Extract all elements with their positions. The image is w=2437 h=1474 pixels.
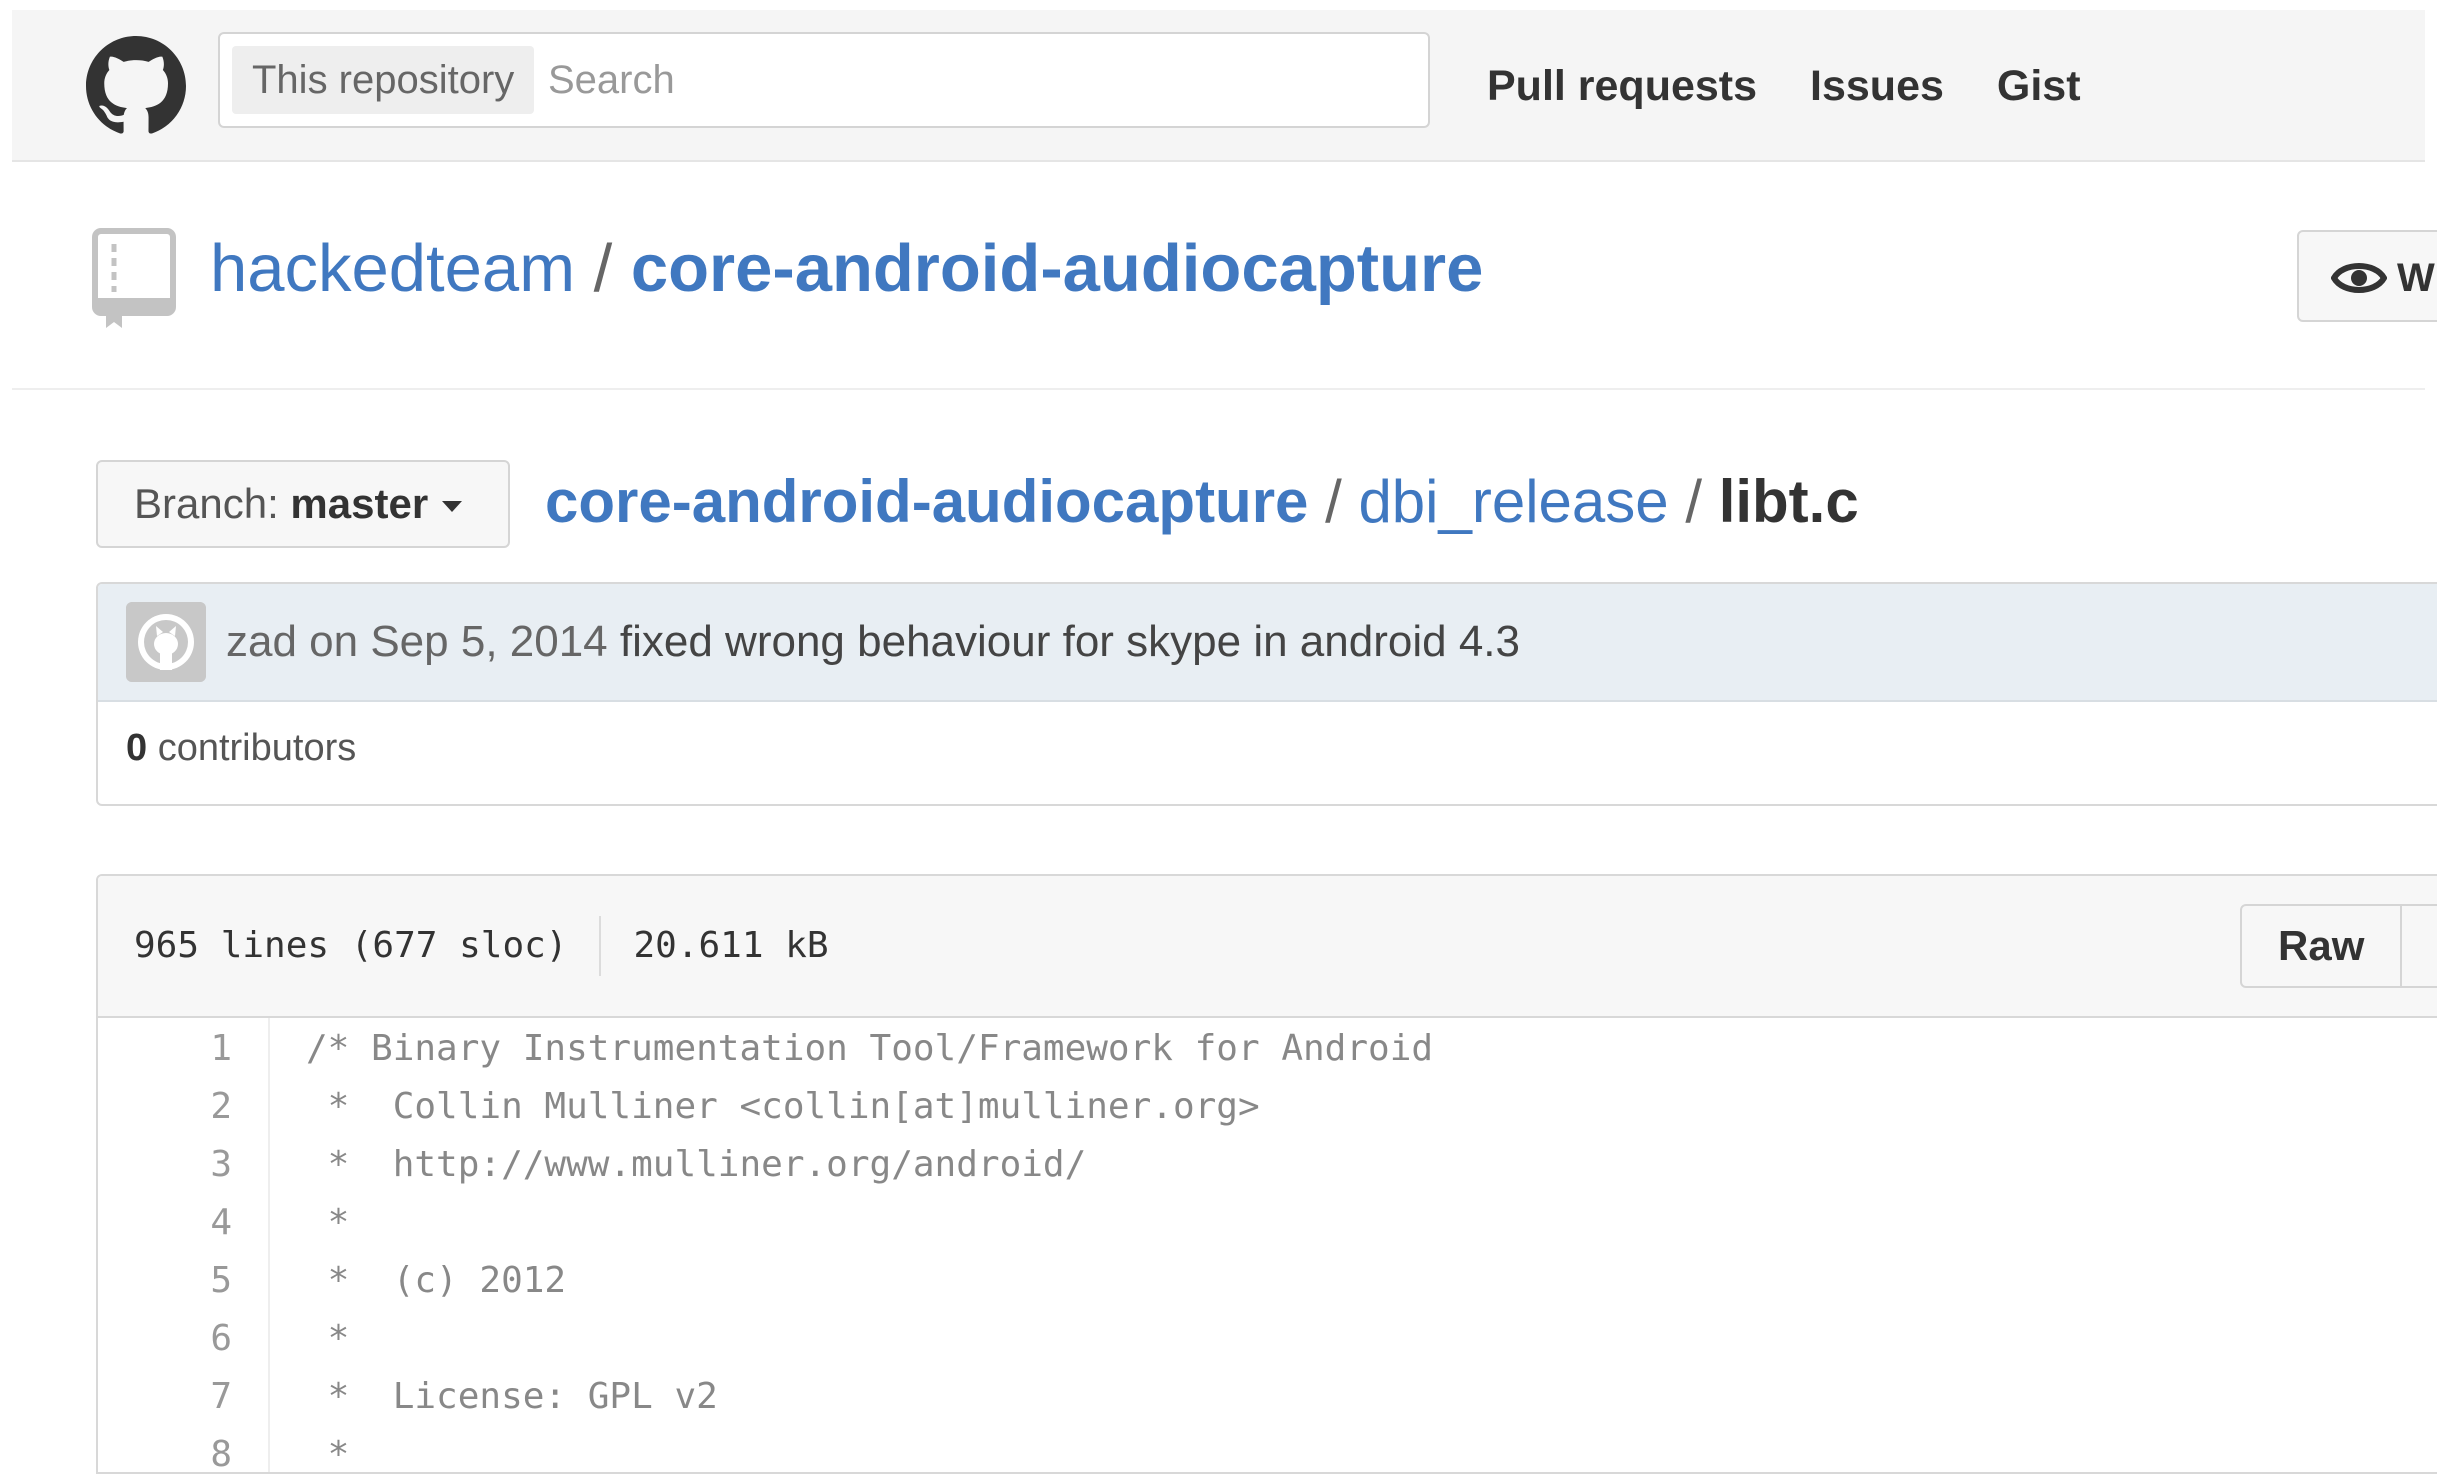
branch-select-button[interactable]: Branch: master: [96, 460, 510, 548]
branch-prefix: Branch:: [134, 480, 291, 527]
nav-issues[interactable]: Issues: [1810, 64, 1944, 108]
line-number[interactable]: 1: [98, 1020, 232, 1078]
commit-tease: zad on Sep 5, 2014 fixed wrong behaviour…: [96, 582, 2437, 806]
code-line: 5 * (c) 2012: [98, 1252, 2437, 1310]
breadcrumb-dir-link[interactable]: dbi_release: [1358, 468, 1668, 535]
line-number[interactable]: 3: [98, 1136, 232, 1194]
file-viewer: 965 lines (677 sloc) 20.611 kB Raw 1 /* …: [96, 874, 2437, 1474]
file-size: 20.611 kB: [633, 925, 829, 966]
code-text: * (c) 2012: [306, 1260, 567, 1301]
caret-down-icon: [442, 501, 463, 513]
code-line: 1 /* Binary Instrumentation Tool/Framewo…: [98, 1020, 2437, 1078]
line-number[interactable]: 4: [98, 1194, 232, 1252]
file-line-count: 965 lines (677 sloc): [134, 925, 568, 966]
code-area: 1 /* Binary Instrumentation Tool/Framewo…: [98, 1018, 2437, 1474]
repo-title: hackedteam / core-android-audiocapture: [210, 232, 1483, 306]
repo-owner-link[interactable]: hackedteam: [210, 231, 575, 306]
code-text: *: [306, 1318, 350, 1359]
nav-gist[interactable]: Gist: [1997, 64, 2081, 108]
commit-author-date[interactable]: zad on Sep 5, 2014: [226, 617, 608, 666]
github-logo-icon[interactable]: [86, 36, 186, 136]
watch-label: W: [2397, 256, 2435, 300]
avatar[interactable]: [126, 602, 206, 682]
code-text: *: [306, 1202, 350, 1243]
repo-book-icon: [92, 228, 176, 328]
line-number[interactable]: 7: [98, 1368, 232, 1426]
code-text: *: [306, 1434, 350, 1474]
nav-pull-requests[interactable]: Pull requests: [1487, 64, 1757, 108]
breadcrumb-separator: /: [1668, 468, 1719, 535]
code-line: 7 * License: GPL v2: [98, 1368, 2437, 1426]
top-header: This repository Pull requests Issues Gis…: [12, 10, 2425, 162]
file-info-divider: [599, 916, 602, 976]
search-input[interactable]: [548, 46, 1408, 114]
latest-commit-bar: zad on Sep 5, 2014 fixed wrong behaviour…: [98, 584, 2437, 702]
file-header: 965 lines (677 sloc) 20.611 kB Raw: [98, 876, 2437, 1018]
code-text: * Collin Mulliner <collin[at]mulliner.or…: [306, 1086, 1260, 1127]
contributors-count: 0: [126, 727, 148, 769]
code-line: 4 *: [98, 1194, 2437, 1252]
code-text: * License: GPL v2: [306, 1376, 718, 1417]
commit-summary: zad on Sep 5, 2014 fixed wrong behaviour…: [226, 614, 1520, 670]
search-scope-label[interactable]: This repository: [232, 46, 535, 114]
code-line: 8 *: [98, 1426, 2437, 1474]
code-line: 6 *: [98, 1310, 2437, 1368]
line-number[interactable]: 8: [98, 1426, 232, 1472]
blame-button[interactable]: [2400, 904, 2437, 988]
raw-button[interactable]: Raw: [2240, 904, 2437, 988]
code-text: /* Binary Instrumentation Tool/Framework…: [306, 1028, 1434, 1069]
repo-header: hackedteam / core-android-audiocapture W: [12, 162, 2437, 390]
commit-message[interactable]: fixed wrong behaviour for skype in andro…: [620, 617, 1520, 666]
repo-title-separator: /: [575, 231, 631, 306]
code-line: 3 * http://www.mulliner.org/android/: [98, 1136, 2437, 1194]
top-nav: Pull requests Issues Gist: [1487, 10, 2134, 162]
contributors-label: contributors: [147, 727, 357, 769]
eye-icon: [2331, 263, 2387, 293]
breadcrumb-file-name: libt.c: [1718, 468, 1859, 535]
breadcrumb-separator: /: [1308, 468, 1359, 535]
file-info: 965 lines (677 sloc) 20.611 kB: [134, 916, 829, 976]
branch-name: master: [290, 480, 429, 527]
watch-button[interactable]: W: [2297, 230, 2437, 322]
breadcrumb-repo-link[interactable]: core-android-audiocapture: [545, 468, 1308, 535]
search-box[interactable]: This repository: [218, 32, 1430, 128]
code-text: * http://www.mulliner.org/android/: [306, 1144, 1087, 1185]
line-number[interactable]: 5: [98, 1252, 232, 1310]
file-breadcrumb: core-android-audiocapture / dbi_release …: [545, 462, 1859, 542]
code-line: 2 * Collin Mulliner <collin[at]mulliner.…: [98, 1078, 2437, 1136]
line-number[interactable]: 6: [98, 1310, 232, 1368]
contributors-line: 0 contributors: [126, 720, 356, 776]
repo-name-link[interactable]: core-android-audiocapture: [631, 231, 1483, 306]
line-number[interactable]: 2: [98, 1078, 232, 1136]
raw-button-label: Raw: [2278, 922, 2365, 969]
